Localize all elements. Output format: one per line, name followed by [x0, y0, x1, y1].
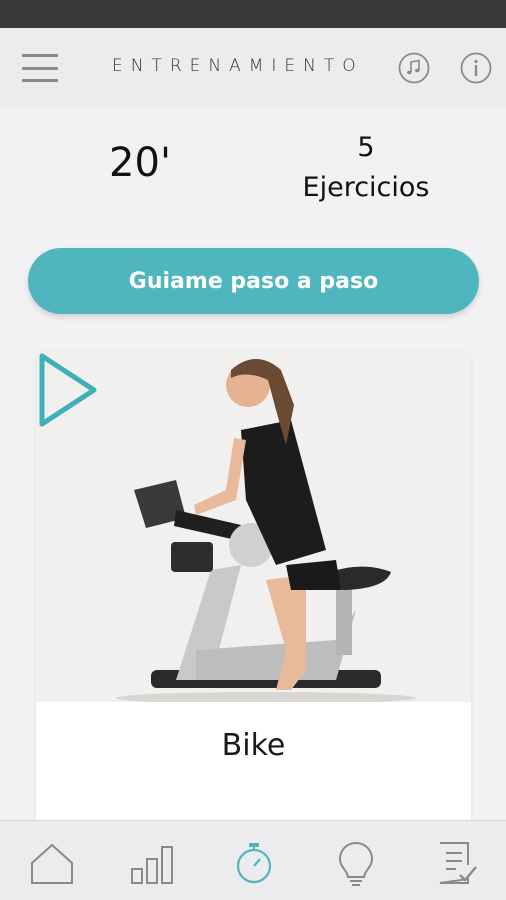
hamburger-menu-icon[interactable] — [22, 54, 58, 82]
status-bar — [0, 0, 506, 28]
stopwatch-icon[interactable] — [230, 839, 278, 887]
bottom-nav — [0, 820, 506, 900]
checklist-icon[interactable] — [432, 839, 480, 887]
info-icon[interactable] — [460, 52, 492, 84]
top-bar: ENTRENAMIENTO — [0, 28, 506, 108]
duration-value: 20' — [109, 140, 171, 186]
stats-icon[interactable] — [128, 839, 176, 887]
exercise-image[interactable] — [36, 350, 471, 702]
play-icon[interactable] — [36, 350, 102, 430]
exercise-count-label: Ejercicios — [302, 172, 430, 203]
guide-step-by-step-button[interactable]: Guiame paso a paso — [28, 248, 479, 314]
home-icon[interactable] — [28, 839, 76, 887]
page-title: ENTRENAMIENTO — [112, 56, 364, 76]
exercise-count: 5 Ejercicios — [280, 128, 452, 208]
exercise-card[interactable]: Bike — [36, 350, 471, 830]
lightbulb-icon[interactable] — [332, 839, 380, 887]
music-note-icon[interactable] — [398, 52, 430, 84]
exercise-count-value: 5 — [357, 132, 375, 163]
exercise-title: Bike — [221, 728, 286, 763]
